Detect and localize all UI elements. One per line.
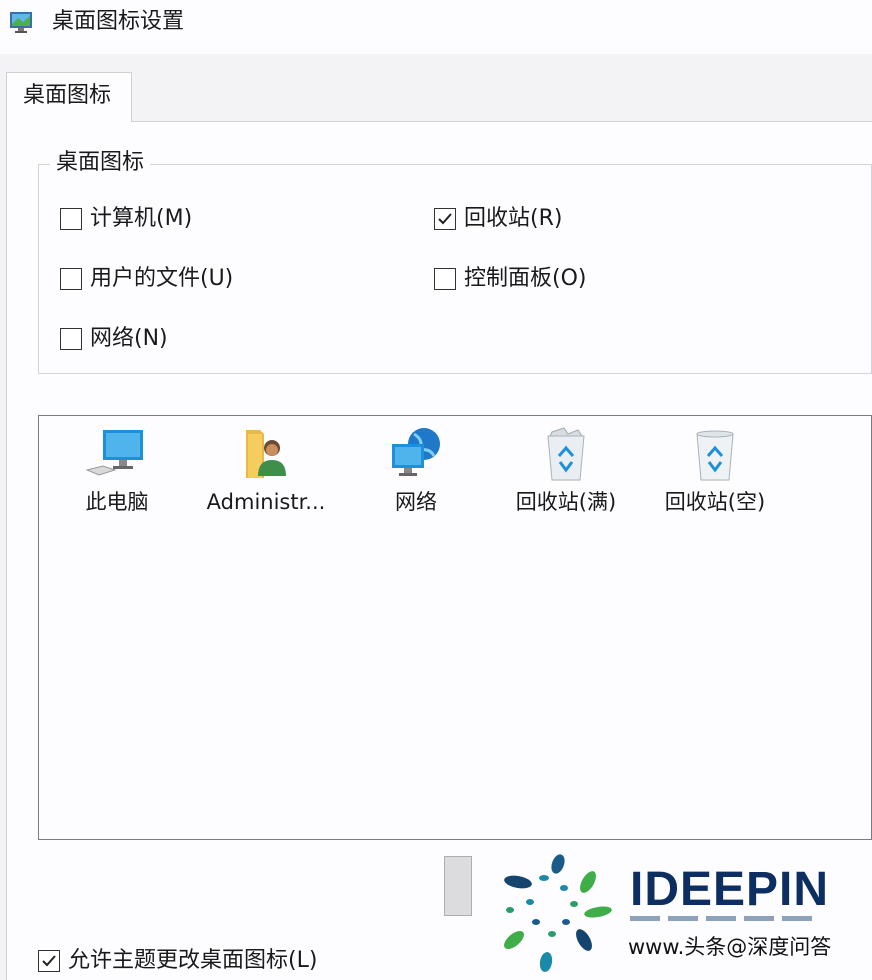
- user-folder-icon: [246, 430, 286, 478]
- icon-label: Administr...: [206, 490, 326, 514]
- checkbox-box[interactable]: [38, 950, 60, 972]
- icon-label: 此电脑: [85, 490, 149, 514]
- icon-label: 回收站(空): [664, 490, 766, 514]
- list-item-recycle-bin-empty[interactable]: 回收站(空): [640, 426, 790, 516]
- watermark-brand: IDEEPIN: [630, 863, 830, 916]
- checkbox-computer[interactable]: 计算机(M): [60, 204, 192, 234]
- change-icon-button[interactable]: [444, 856, 472, 916]
- list-item-this-pc[interactable]: 此电脑: [42, 426, 192, 516]
- checkbox-box[interactable]: [60, 268, 82, 290]
- checkbox-control-panel[interactable]: 控制面板(O): [434, 264, 586, 294]
- tab-desktop-icons[interactable]: 桌面图标: [6, 72, 132, 122]
- checkbox-box[interactable]: [434, 208, 456, 230]
- checkbox-label: 允许主题更改桌面图标(L): [68, 948, 318, 973]
- recycle-bin-empty-icon: [696, 430, 734, 481]
- display-settings-icon: [8, 8, 36, 36]
- title-bar[interactable]: 桌面图标设置: [0, 0, 872, 54]
- network-icon: [392, 428, 440, 476]
- ideepin-logo-icon: [504, 854, 612, 972]
- icon-label: 回收站(满): [515, 490, 617, 514]
- checkbox-user-files[interactable]: 用户的文件(U): [60, 264, 233, 294]
- checkbox-recycle-bin[interactable]: 回收站(R): [434, 204, 562, 234]
- watermark-decoration: [630, 916, 812, 921]
- watermark: IDEEPIN www.头条@深度问答: [500, 852, 872, 980]
- watermark-credit: www.头条@深度问答: [628, 935, 832, 959]
- icon-label: 网络: [395, 490, 437, 514]
- group-legend: 桌面图标: [50, 148, 151, 178]
- checkbox-network[interactable]: 网络(N): [60, 324, 168, 354]
- checkbox-label: 用户的文件(U): [90, 266, 234, 291]
- checkbox-box[interactable]: [60, 208, 82, 230]
- checkbox-box[interactable]: [60, 328, 82, 350]
- checkbox-label: 网络(N): [90, 326, 168, 351]
- checkbox-label: 控制面板(O): [464, 266, 587, 291]
- computer-icon: [85, 430, 143, 476]
- checkbox-label: 计算机(M): [90, 206, 193, 231]
- list-item-administrator[interactable]: Administr...: [191, 426, 341, 516]
- tab-label: 桌面图标: [23, 83, 112, 108]
- checkbox-label: 回收站(R): [464, 206, 563, 231]
- check-icon: [42, 955, 56, 967]
- checkbox-allow-theme[interactable]: 允许主题更改桌面图标(L): [38, 946, 317, 976]
- list-item-recycle-bin-full[interactable]: 回收站(满): [491, 426, 641, 516]
- checkbox-box[interactable]: [434, 268, 456, 290]
- check-icon: [438, 213, 452, 225]
- recycle-bin-full-icon: [547, 427, 585, 481]
- window-title: 桌面图标设置: [52, 9, 185, 34]
- list-item-network[interactable]: 网络: [341, 426, 491, 516]
